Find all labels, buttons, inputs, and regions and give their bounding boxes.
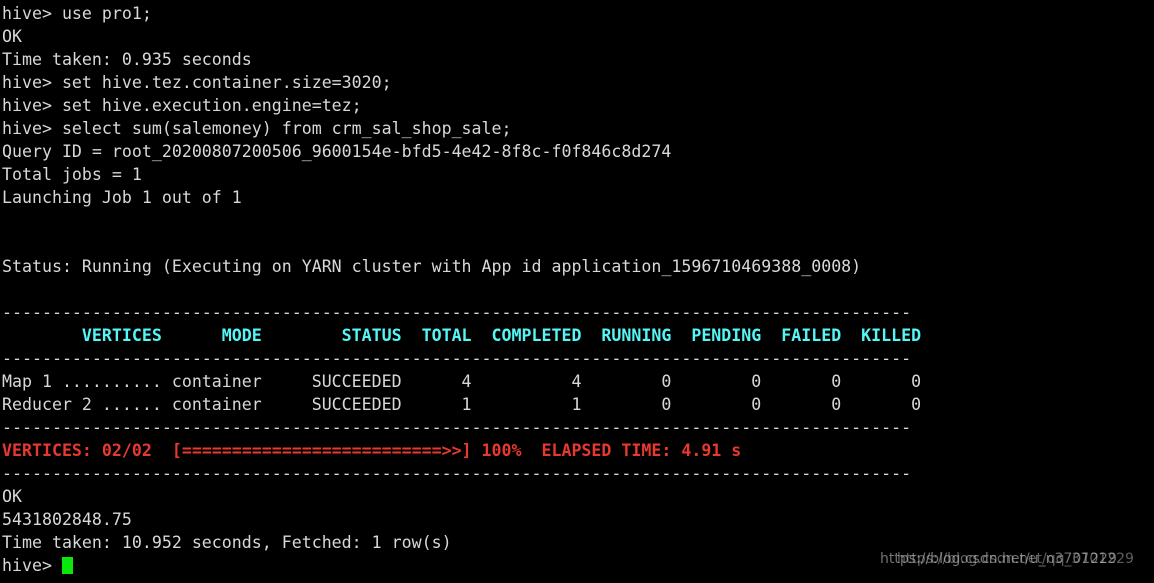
terminal-line: Total jobs = 1 [2,165,142,184]
prompt-label: hive> [2,556,62,575]
terminal-line-status: Status: Running (Executing on YARN clust… [2,257,862,276]
terminal-line: hive> select sum(salemoney) from crm_sal… [2,119,512,138]
table-row: Reducer 2 ...... container SUCCEEDED 1 1… [2,395,922,414]
terminal-line: OK [2,487,22,506]
terminal-window[interactable]: hive> use pro1; OK Time taken: 0.935 sec… [0,0,1154,583]
text-cursor [61,557,73,574]
terminal-line: hive> use pro1; [2,4,152,23]
query-result-value: 5431802848.75 [2,510,132,529]
terminal-prompt-line[interactable]: hive> [2,554,1154,577]
table-separator-progress-top: ----------------------------------------… [2,418,912,437]
table-separator-bottom: ----------------------------------------… [2,464,912,483]
terminal-line-query-id: Query ID = root_20200807200506_9600154e-… [2,142,672,161]
terminal-line: hive> set hive.execution.engine=tez; [2,96,362,115]
table-row: Map 1 .......... container SUCCEEDED 4 4… [2,372,922,391]
table-header-row: VERTICES MODE STATUS TOTAL COMPLETED RUN… [2,326,922,345]
terminal-line: OK [2,27,22,46]
terminal-line: hive> set hive.tez.container.size=3020; [2,73,392,92]
terminal-line: Launching Job 1 out of 1 [2,188,242,207]
terminal-line: Time taken: 0.935 seconds [2,50,252,69]
progress-bar-line: VERTICES: 02/02 [=======================… [2,441,742,460]
terminal-line: Time taken: 10.952 seconds, Fetched: 1 r… [2,533,452,552]
table-separator-top: ----------------------------------------… [2,303,912,322]
table-separator-mid: ----------------------------------------… [2,349,912,368]
